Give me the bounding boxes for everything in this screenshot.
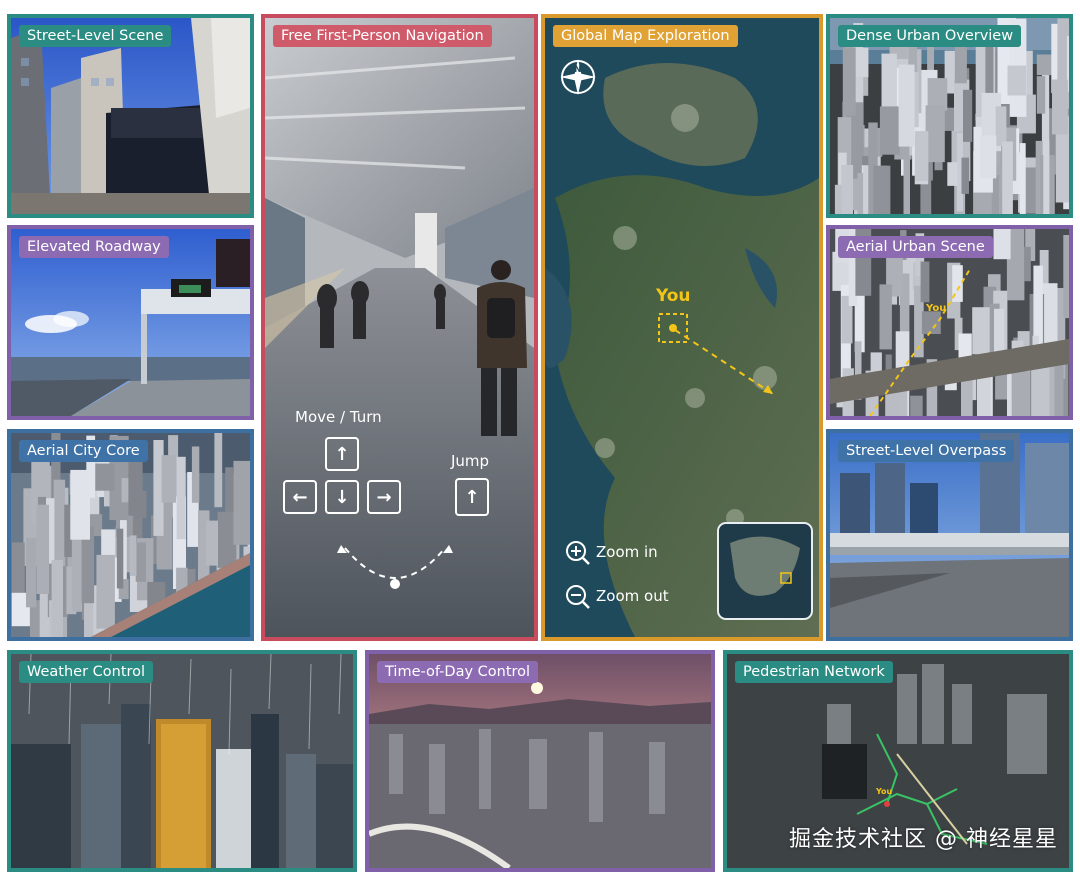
street-level-scene-image [11, 18, 250, 214]
panel-label: Elevated Roadway [19, 236, 169, 258]
building-shape [963, 89, 973, 142]
panel-label: Global Map Exploration [553, 25, 738, 47]
panel-street-level-scene: Street-Level Scene [7, 14, 254, 218]
building-shape [842, 47, 856, 116]
panel-aerial-urban-scene: You Aerial Urban Scene [826, 225, 1073, 420]
panel-aerial-city-core: Aerial City Core [7, 429, 254, 641]
building-shape [161, 455, 176, 503]
panel-label: Street-Level Overpass [838, 440, 1015, 462]
panel-elevated-roadway: Elevated Roadway [7, 225, 254, 420]
building-shape [873, 165, 891, 214]
panel-dense-urban-overview: Dense Urban Overview [826, 14, 1073, 218]
building-shape [26, 538, 37, 608]
building-shape [879, 106, 900, 155]
move-back-key[interactable]: ↓ [325, 480, 359, 514]
panel-time-of-day-control: Time-of-Day Control [365, 650, 715, 872]
jump-label: Jump [451, 452, 490, 470]
building-shape [1007, 65, 1027, 96]
panel-label: Time-of-Day Control [377, 661, 539, 683]
move-turn-label: Move / Turn [295, 408, 382, 426]
turn-left-key[interactable]: ← [283, 480, 317, 514]
building-shape [1036, 76, 1046, 114]
aerial-city-core-image [11, 433, 250, 637]
building-shape [116, 528, 124, 589]
weather-control-image [11, 654, 353, 868]
you-marker-label: You [656, 286, 691, 306]
first-person-walkway-image [265, 18, 534, 637]
move-forward-key[interactable]: ↑ [325, 437, 359, 471]
building-shape [1019, 143, 1026, 214]
building-shape [214, 433, 223, 508]
building-shape [979, 135, 997, 179]
building-shape [925, 105, 945, 163]
building-shape [70, 469, 90, 540]
building-shape [995, 106, 1007, 146]
zoom-in-label[interactable]: Zoom in [596, 543, 658, 561]
panel-label: Pedestrian Network [735, 661, 893, 683]
building-shape [920, 261, 930, 303]
time-of-day-image [369, 654, 711, 868]
jump-key[interactable]: ↑ [455, 478, 489, 516]
panel-label: Aerial Urban Scene [838, 236, 993, 258]
building-shape [903, 152, 910, 214]
building-shape [176, 456, 186, 540]
building-shape [191, 446, 200, 503]
zoom-out-label[interactable]: Zoom out [596, 587, 669, 605]
building-shape [1052, 79, 1068, 135]
panel-weather-control: Weather Control [7, 650, 357, 872]
building-shape [841, 165, 854, 214]
turn-right-key[interactable]: → [367, 480, 401, 514]
building-shape [53, 479, 66, 567]
building-shape [206, 520, 218, 566]
building-shape [1002, 141, 1013, 214]
building-shape [72, 528, 82, 612]
building-shape [1031, 362, 1050, 416]
building-shape [11, 542, 25, 600]
building-shape [129, 535, 137, 576]
building-shape [135, 490, 147, 519]
you-marker-label: You [926, 303, 947, 314]
panel-label: Free First-Person Navigation [273, 25, 492, 47]
building-shape [233, 460, 250, 545]
building-shape [1011, 371, 1031, 416]
compass-letter: N [574, 65, 582, 75]
building-shape [898, 64, 915, 147]
building-shape [1024, 246, 1031, 282]
building-shape [96, 554, 115, 629]
building-shape [993, 229, 1011, 260]
building-shape [1043, 139, 1050, 214]
building-shape [135, 542, 146, 582]
dense-urban-overview-image [830, 18, 1069, 214]
you-marker-label: You [876, 787, 893, 796]
building-shape [915, 131, 929, 182]
panel-first-person-navigation: Move / Turn ↑ ← ↓ → Jump ↑ Free First-Pe… [261, 14, 538, 641]
panel-global-map: You N Zoom in Zoom out Global Map Explor… [541, 14, 823, 641]
panel-street-level-overpass: Street-Level Overpass [826, 429, 1073, 641]
street-level-overpass-image [830, 433, 1069, 637]
satellite-map-image [545, 18, 819, 637]
building-shape [36, 504, 49, 594]
building-shape [961, 157, 969, 194]
building-shape [972, 307, 991, 355]
building-shape [879, 284, 892, 350]
building-shape [51, 559, 63, 637]
panel-label: Weather Control [19, 661, 154, 683]
building-shape [947, 162, 958, 186]
building-shape [1063, 235, 1069, 319]
building-shape [921, 311, 941, 334]
panel-label: Dense Urban Overview [838, 25, 1022, 47]
panel-label: Aerial City Core [19, 440, 148, 462]
panel-label: Street-Level Scene [19, 25, 172, 47]
building-shape [910, 395, 923, 416]
building-shape [95, 463, 115, 491]
watermark-text: 掘金技术社区 @ 神经星星 [789, 827, 1058, 852]
